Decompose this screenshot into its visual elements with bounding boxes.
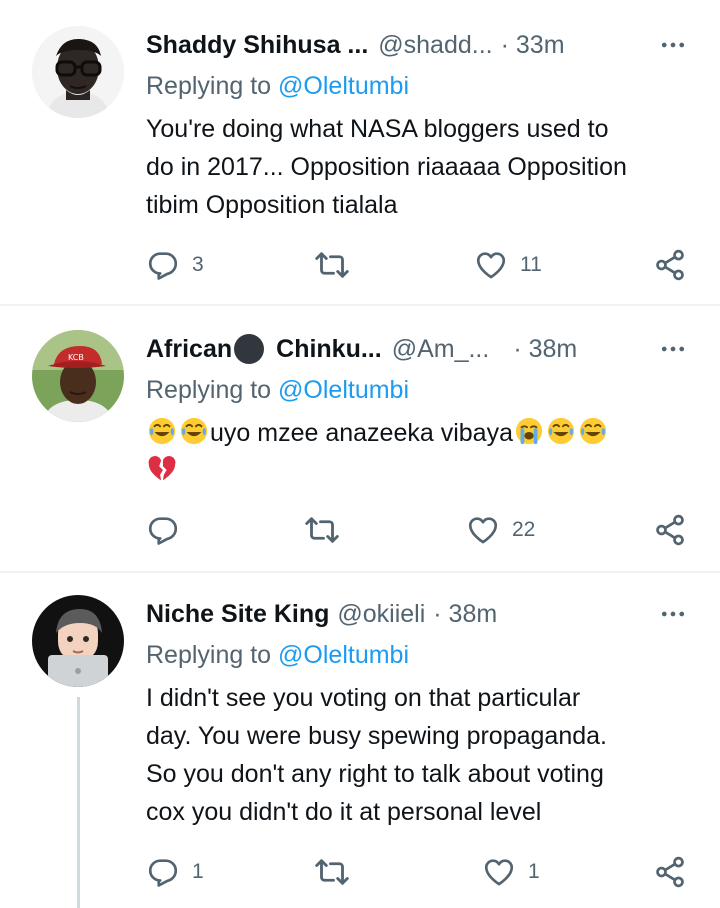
mention-link[interactable]: @Oleltumbi [278,641,409,669]
like-button[interactable]: 22 [466,510,535,550]
replying-to-label: Replying to [146,376,279,404]
user-handle[interactable]: @Am_... [392,335,490,364]
svg-text:KCB: KCB [68,353,84,362]
retweet-button[interactable] [314,852,350,892]
timestamp[interactable]: · 38m [513,335,577,364]
joy-emoji [546,416,576,446]
user-handle[interactable]: @shadd... [378,31,492,60]
tweet-actions: 1 1 [146,852,698,892]
tweet-header: African Chinku... @Am_... · 38m [146,332,690,366]
tweet-header: Shaddy Shihusa ... @shadd... · 33m [146,28,690,62]
share-icon [653,248,687,282]
replying-to: Replying to @Oleltumbi [146,376,409,405]
reply-icon [146,248,180,282]
like-count: 22 [512,518,536,541]
black-circle-emoji [234,334,265,364]
more-icon[interactable] [656,28,690,62]
share-icon [653,513,687,547]
tweet-text: I didn't see you voting on that particul… [146,679,698,831]
display-name-part: African [146,334,233,363]
like-count: 11 [520,253,542,276]
tweet-text-line: do in 2017... Opposition riaaaaa Opposit… [146,153,627,181]
retweet-button[interactable] [314,245,350,285]
mention-link[interactable]: @Oleltumbi [278,72,409,100]
tweet-text-line: day. You were busy spewing propaganda. [146,722,607,750]
reply-button[interactable]: 1 [146,852,204,892]
thread-line [77,697,80,908]
replying-to-label: Replying to [146,641,279,669]
retweet-icon [314,247,350,283]
display-name[interactable]: African Chinku... [146,334,382,364]
like-button[interactable]: 1 [482,852,540,892]
timestamp[interactable]: · 38m [433,600,497,629]
avatar[interactable] [32,26,124,118]
tweet[interactable]: Shaddy Shihusa ... @shadd... · 33m Reply… [0,0,720,305]
tweet-text-line: tibim Opposition tialala [146,191,398,219]
avatar[interactable]: KCB [32,330,124,422]
avatar[interactable] [32,595,124,687]
tweet-text-line: You're doing what NASA bloggers used to [146,115,609,143]
timestamp[interactable]: · 33m [501,31,565,60]
share-button[interactable] [653,852,687,892]
tweet-actions: 3 11 [146,245,698,285]
more-icon[interactable] [656,332,690,366]
tweet-text: uyo mzee anazeeka vibaya [146,414,698,490]
reply-count: 1 [192,860,204,883]
replying-to-label: Replying to [146,72,279,100]
retweet-button[interactable] [304,510,340,550]
display-name-part: Chinku... [276,334,382,363]
replying-to: Replying to @Oleltumbi [146,72,409,101]
like-button[interactable]: 11 [474,245,542,285]
mention-link[interactable]: @Oleltumbi [278,376,409,404]
tweet-text-line: uyo mzee anazeeka vibaya [146,414,698,452]
joy-emoji [179,416,209,446]
share-button[interactable] [653,245,687,285]
like-count: 1 [528,860,540,883]
display-name[interactable]: Niche Site King [146,600,329,629]
joy-emoji [147,416,177,446]
display-name[interactable]: Shaddy Shihusa ... [146,31,368,60]
share-button[interactable] [653,510,687,550]
tweet-header: Niche Site King @okiieli · 38m [146,597,690,631]
tweet-text-line [146,452,698,490]
broken-heart-emoji [147,454,177,484]
user-handle[interactable]: @okiieli [337,600,425,629]
tweet[interactable]: KCB African Chinku... @Am_... · 38m Repl… [0,306,720,572]
joy-emoji [578,416,608,446]
tweet-text-line: So you don't any right to talk about vot… [146,760,604,788]
tweet-text-line: I didn't see you voting on that particul… [146,684,581,712]
tweet-text: You're doing what NASA bloggers used to … [146,110,698,224]
tweet-text-line: cox you didn't do it at personal level [146,798,542,826]
reply-icon [146,513,180,547]
reply-count: 3 [192,253,204,276]
tweet-text-segment: uyo mzee anazeeka vibaya [210,419,513,447]
like-icon [466,513,500,547]
reply-button[interactable] [146,510,180,550]
share-icon [653,855,687,889]
retweet-icon [314,854,350,890]
replying-to: Replying to @Oleltumbi [146,641,409,670]
like-icon [482,855,516,889]
reply-icon [146,855,180,889]
like-icon [474,248,508,282]
more-icon[interactable] [656,597,690,631]
reply-button[interactable]: 3 [146,245,204,285]
tweet[interactable]: Niche Site King @okiieli · 38m Replying … [0,573,720,908]
sob-emoji [514,416,544,446]
tweet-actions: 22 [146,510,698,550]
retweet-icon [304,512,340,548]
